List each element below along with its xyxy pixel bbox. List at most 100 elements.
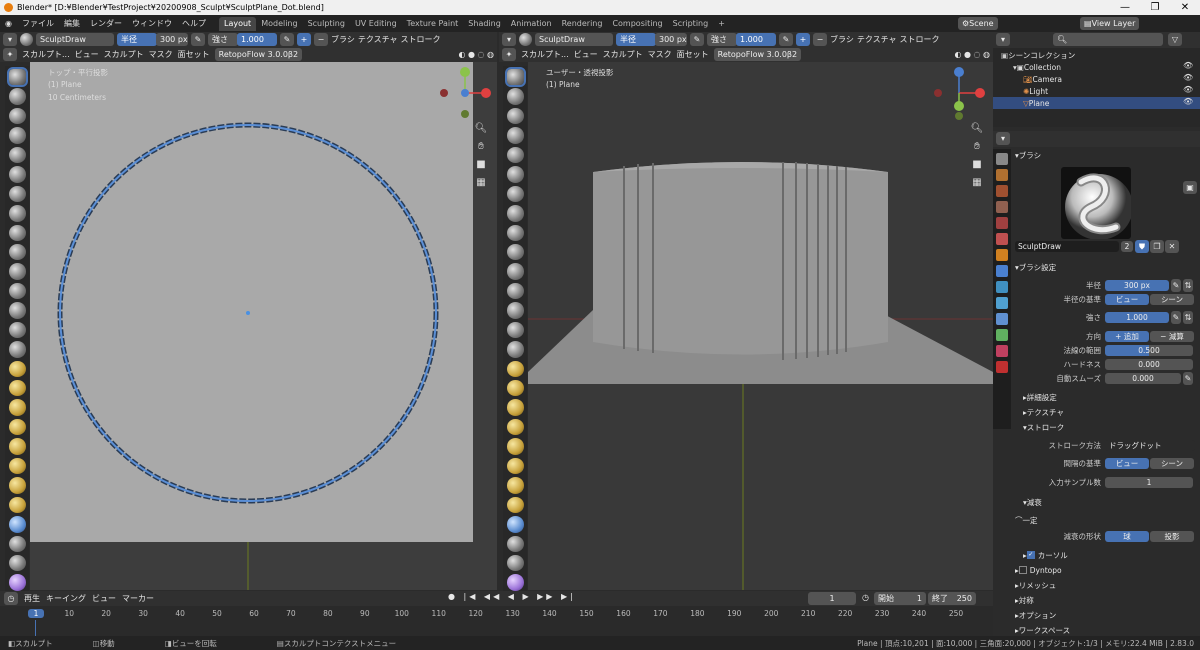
mask-icon[interactable]	[8, 535, 26, 552]
slide-relax-icon[interactable]	[8, 496, 26, 514]
sculpt-menu[interactable]: スカルプト	[104, 49, 144, 60]
tab-modeling[interactable]: Modeling	[256, 17, 302, 31]
radius-field[interactable]: 300 px	[655, 33, 687, 46]
tool-tab-icon[interactable]	[996, 153, 1008, 165]
outliner-search-input[interactable]: 🔍︎	[1053, 33, 1163, 46]
end-frame-field[interactable]: 終了 250	[928, 592, 976, 605]
scrape-icon[interactable]	[8, 302, 26, 319]
input-samples-field[interactable]: 1	[1105, 477, 1193, 488]
thumb-icon[interactable]	[506, 418, 524, 436]
rotate-icon[interactable]	[506, 477, 524, 494]
mode-selector[interactable]: スカルプト...	[521, 49, 569, 60]
physics-tab-icon[interactable]	[996, 297, 1008, 309]
fake-user-shield-icon[interactable]: ⛊	[1135, 240, 1149, 253]
direction-add-button[interactable]: + 追加	[1105, 331, 1149, 342]
visibility-eye-icon[interactable]: 👁︎	[1183, 97, 1193, 106]
advanced-subpanel[interactable]: ▸ 詳細設定	[1023, 391, 1057, 403]
render-tab-icon[interactable]	[996, 169, 1008, 181]
annotate-icon[interactable]	[506, 574, 524, 591]
maximize-button[interactable]: ❐	[1140, 0, 1170, 15]
brush-thumbnail-icon[interactable]	[519, 33, 532, 46]
workspace-panel[interactable]: ▸ ワークスペース	[1015, 624, 1070, 636]
strength-pressure-icon[interactable]: ✎	[280, 33, 294, 46]
direction-add-icon[interactable]: +	[796, 33, 810, 46]
stroke-method-dropdown[interactable]: ドラッグドット	[1105, 440, 1195, 451]
strength-pressure-icon[interactable]: ✎	[779, 33, 793, 46]
spacing-scene-button[interactable]: シーン	[1150, 458, 1194, 469]
data-tab-icon[interactable]	[996, 329, 1008, 341]
view-layer-selector[interactable]: ▤ View Layer	[1080, 17, 1140, 30]
retopoflow-menu[interactable]: RetopoFlow 3.0.0β2	[214, 48, 303, 61]
direction-subtract-icon[interactable]: −	[314, 33, 328, 46]
brush-settings-header[interactable]: ▾ ブラシ設定	[1015, 261, 1056, 273]
box-mask-icon[interactable]	[8, 554, 26, 572]
scene-selector[interactable]: ⚙ Scene	[958, 17, 998, 30]
editor-type-icon[interactable]: ▾	[996, 33, 1010, 46]
camera-icon[interactable]: ■	[970, 158, 984, 172]
strength-field[interactable]: 1.000	[1105, 312, 1169, 323]
strength-field[interactable]: 1.000	[237, 33, 277, 46]
constraint-tab-icon[interactable]	[996, 313, 1008, 325]
cursor-checkbox[interactable]: ✓	[1026, 551, 1035, 559]
falloff-sphere-button[interactable]: 球	[1105, 531, 1149, 542]
crease-icon[interactable]	[8, 224, 26, 241]
menu-file[interactable]: ファイル	[17, 18, 59, 29]
face-sets-menu[interactable]: 面セット	[677, 49, 709, 60]
brush-browse-icon[interactable]: ▣	[1183, 181, 1197, 194]
box-mask-icon[interactable]	[506, 554, 524, 572]
timeline-body[interactable]	[0, 623, 993, 636]
editor-type-icon[interactable]: ▾	[3, 33, 17, 46]
brush-name-field[interactable]: SculptDraw	[1015, 241, 1119, 252]
face-sets-menu[interactable]: 面セット	[178, 49, 210, 60]
view-menu[interactable]: ビュー	[574, 49, 598, 60]
pinch-icon[interactable]	[8, 341, 26, 358]
elastic-deform-icon[interactable]	[8, 380, 26, 397]
visibility-eye-icon[interactable]: 👁︎	[1183, 61, 1193, 70]
radius-base-view-button[interactable]: ビュー	[1105, 294, 1149, 305]
grid-toggle-icon[interactable]: ▦	[474, 176, 488, 190]
clay-icon[interactable]	[506, 107, 524, 125]
neg-y-axis-icon[interactable]	[955, 112, 963, 120]
sculpt-menu[interactable]: スカルプト	[603, 49, 643, 60]
multiplane-scrape-icon[interactable]	[506, 321, 524, 339]
direction-add-icon[interactable]: +	[297, 33, 311, 46]
scene-tab-icon[interactable]	[996, 217, 1008, 229]
pan-hand-icon[interactable]: ✋︎	[474, 140, 488, 154]
multiplane-scrape-icon[interactable]	[8, 321, 26, 339]
falloff-preset-dropdown[interactable]: ⌒ 一定	[1015, 514, 1038, 526]
smooth-icon[interactable]	[8, 243, 26, 261]
blob-icon[interactable]	[8, 205, 26, 222]
particles-tab-icon[interactable]	[996, 281, 1008, 293]
smooth-icon[interactable]	[506, 243, 524, 261]
autosmooth-pressure-icon[interactable]: ✎	[1183, 372, 1193, 385]
clay-strips-icon[interactable]	[506, 127, 524, 144]
texture-menu[interactable]: テクスチャ	[857, 34, 897, 45]
editor-type-icon[interactable]: ◷	[4, 592, 18, 605]
editor-type-icon[interactable]: ▾	[502, 33, 516, 46]
flatten-icon[interactable]	[506, 263, 524, 280]
direction-subtract-icon[interactable]: −	[813, 33, 827, 46]
autosmooth-slider[interactable]: 0.000	[1105, 373, 1181, 384]
mask-icon[interactable]	[506, 535, 524, 552]
playback-menu[interactable]: 再生	[24, 593, 40, 604]
radius-unit-icon[interactable]: ⇅	[1183, 279, 1193, 292]
brush-preview[interactable]	[1061, 167, 1131, 239]
view-menu[interactable]: ビュー	[75, 49, 99, 60]
mask-menu[interactable]: マスク	[149, 49, 173, 60]
simplify-icon[interactable]	[8, 516, 26, 533]
pinch-icon[interactable]	[506, 341, 524, 358]
x-axis-icon[interactable]	[975, 88, 985, 98]
duplicate-brush-icon[interactable]: ❐	[1150, 240, 1164, 253]
crease-icon[interactable]	[506, 224, 524, 241]
shading-buttons[interactable]: ◐ ● ◌ ◍	[458, 50, 494, 59]
zoom-icon[interactable]: 🔍︎	[970, 122, 984, 136]
filter-icon[interactable]: ▽	[1168, 33, 1182, 46]
rotate-icon[interactable]	[8, 477, 26, 494]
inflate-icon[interactable]	[8, 185, 26, 203]
menu-help[interactable]: ヘルプ	[177, 18, 211, 29]
layer-icon[interactable]	[506, 166, 524, 183]
keying-menu[interactable]: キーイング	[46, 593, 86, 604]
z-axis-icon[interactable]	[954, 67, 964, 77]
slide-relax-icon[interactable]	[506, 496, 524, 514]
radius-field[interactable]: 300 px	[1105, 280, 1169, 291]
